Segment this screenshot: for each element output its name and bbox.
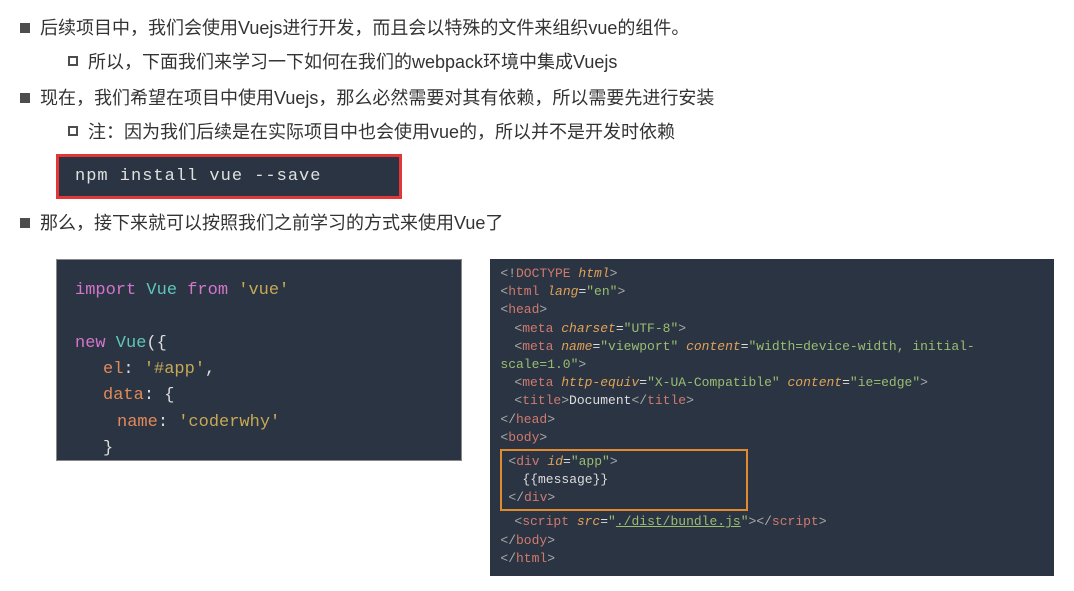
bullet-2: 现在，我们希望在项目中使用Vuejs，那么必然需要对其有依赖，所以需要先进行安装 [20,84,1054,110]
key-data: data [103,386,144,405]
command-text: npm install vue --save [75,167,321,186]
mustache-text: {{message}} [522,472,608,487]
script-src-path: ./dist/bundle.js [616,514,741,529]
str-coderwhy: 'coderwhy' [178,413,280,432]
square-bullet-icon [20,93,30,103]
str-vue: 'vue' [238,281,289,300]
bullet-1: 后续项目中，我们会使用Vuejs进行开发，而且会以特殊的文件来组织vue的组件。 [20,14,1054,40]
command-box-wrap: npm install vue --save [56,154,1054,199]
bullet-1a-text: 所以，下面我们来学习一下如何在我们的webpack环境中集成Vuejs [88,48,617,74]
hollow-square-bullet-icon [68,56,78,66]
square-bullet-icon [20,23,30,33]
bullet-2-text: 现在，我们希望在项目中使用Vuejs，那么必然需要对其有依赖，所以需要先进行安装 [40,84,714,110]
sym-vue2: Vue [106,334,147,353]
bullet-3: 那么，接下来就可以按照我们之前学习的方式来使用Vue了 [20,209,1054,235]
key-name: name [117,413,158,432]
kw-import: import [75,281,136,300]
str-app: '#app' [144,360,205,379]
highlighted-html-box: <div id="app"> {{message}} </div> [500,449,748,512]
bullet-3-text: 那么，接下来就可以按照我们之前学习的方式来使用Vue了 [40,209,503,235]
hollow-square-bullet-icon [68,126,78,136]
command-box: npm install vue --save [56,154,402,199]
kw-new: new [75,334,106,353]
square-bullet-icon [20,218,30,228]
bullet-1a: 所以，下面我们来学习一下如何在我们的webpack环境中集成Vuejs [68,48,1054,74]
code-block-html: <!DOCTYPE html> <html lang="en"> <head> … [490,259,1054,576]
code-blocks-row: import Vue from 'vue' new Vue({ el: '#ap… [56,259,1054,576]
code-block-js: import Vue from 'vue' new Vue({ el: '#ap… [56,259,462,461]
paren: ({ [146,334,166,353]
kw-from: from [187,281,228,300]
key-el: el [103,360,123,379]
bullet-2a-text: 注：因为我们后续是在实际项目中也会使用vue的，所以并不是开发时依赖 [88,118,675,144]
bullet-2a: 注：因为我们后续是在实际项目中也会使用vue的，所以并不是开发时依赖 [68,118,1054,144]
sym-vue: Vue [136,281,187,300]
bullet-1-text: 后续项目中，我们会使用Vuejs进行开发，而且会以特殊的文件来组织vue的组件。 [40,14,689,40]
